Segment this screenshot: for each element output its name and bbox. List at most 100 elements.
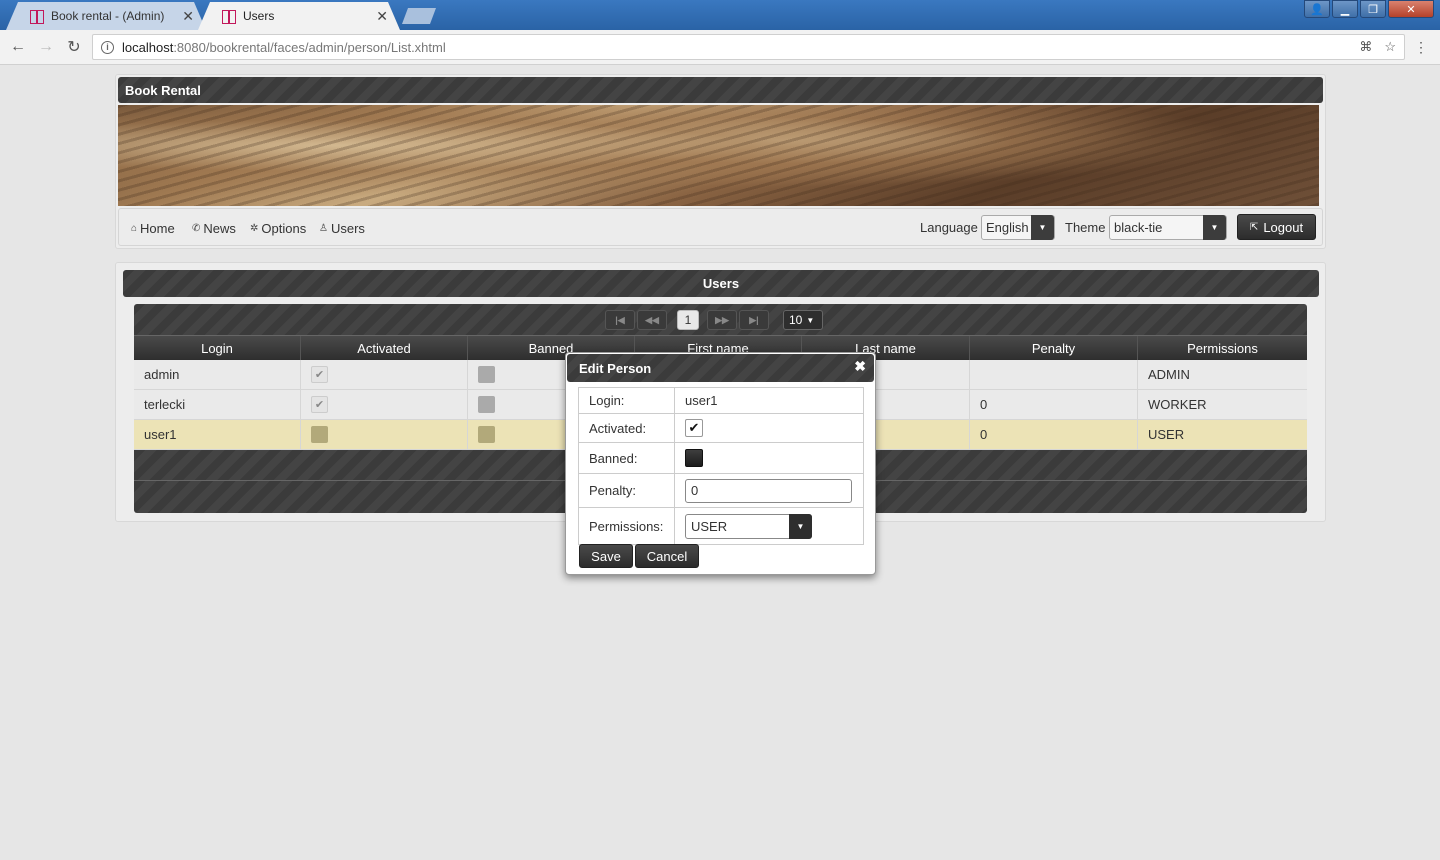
browser-menu-icon[interactable]: ⋮ <box>1414 39 1428 56</box>
profile-icon[interactable]: 👤 <box>1304 0 1330 18</box>
paginator: |◀ ◀◀ 1 ▶▶ ▶| 10 ▼ <box>134 304 1307 335</box>
next-page-icon[interactable]: ▶▶ <box>707 310 737 330</box>
banned-checkbox[interactable] <box>685 449 703 467</box>
rows-per-page-select[interactable]: 10 ▼ <box>783 310 823 330</box>
menu-item-news[interactable]: ✆ News <box>192 221 236 236</box>
cell-penalty: 0 <box>970 420 1138 449</box>
chevron-down-icon: ▼ <box>806 315 815 325</box>
tab-close-icon[interactable]: ✕ <box>376 8 388 25</box>
banner-image <box>118 105 1319 206</box>
banned-checkbox <box>478 366 495 383</box>
back-arrow-icon[interactable]: ← <box>4 38 32 56</box>
language-label: Language <box>920 220 978 235</box>
last-page-icon[interactable]: ▶| <box>739 310 769 330</box>
cancel-button[interactable]: Cancel <box>635 544 699 568</box>
book-icon <box>30 10 43 22</box>
banned-checkbox <box>478 396 495 413</box>
edit-person-form: Login: user1 Activated: ✔ Banned: Penalt… <box>578 387 864 545</box>
logout-label: Logout <box>1263 219 1304 235</box>
menu-item-users[interactable]: ♙ Users <box>319 221 365 236</box>
app-title: Book Rental <box>118 77 1323 103</box>
chevron-down-icon[interactable]: ▼ <box>789 513 812 539</box>
bookmark-star-icon[interactable]: ☆ <box>1384 39 1396 55</box>
column-header-login[interactable]: Login <box>134 336 301 360</box>
permissions-label: Permissions: <box>579 508 675 544</box>
users-panel-title: Users <box>123 270 1319 297</box>
logout-button[interactable]: ⇱ Logout <box>1237 214 1316 240</box>
cell-activated: ✔ <box>301 360 468 389</box>
menu-item-options[interactable]: ✲ Options <box>250 221 306 236</box>
cell-activated <box>301 420 468 449</box>
login-label: Login: <box>579 388 675 413</box>
main-menu: ⌂ Home ✆ News ✲ Options ♙ Users Language Eng… <box>118 208 1323 246</box>
chevron-down-icon[interactable]: ▼ <box>1031 215 1054 240</box>
browser-titlebar: Book rental - (Admin) ✕ Users ✕ 👤 ▁ ❐ ✕ <box>0 0 1440 30</box>
column-header-penalty[interactable]: Penalty <box>970 336 1138 360</box>
activated-checkbox <box>311 426 328 443</box>
theme-select[interactable]: black-tie ▼ <box>1109 215 1227 240</box>
news-icon: ✆ <box>192 223 201 234</box>
address-bar[interactable]: i localhost:8080/bookrental/faces/admin/… <box>92 34 1405 60</box>
browser-toolbar: ← → ↻ i localhost:8080/bookrental/faces/… <box>0 30 1440 65</box>
form-row-activated: Activated: ✔ <box>579 414 863 443</box>
cell-permissions: ADMIN <box>1148 367 1190 382</box>
activated-checkbox[interactable]: ✔ <box>685 419 703 437</box>
restore-button[interactable]: ❐ <box>1360 0 1386 18</box>
banned-checkbox <box>478 426 495 443</box>
dialog-title: Edit Person <box>579 360 652 376</box>
first-page-icon[interactable]: |◀ <box>605 310 635 330</box>
activated-label: Activated: <box>579 414 675 442</box>
penalty-label: Penalty: <box>579 474 675 507</box>
column-header-permissions[interactable]: Permissions <box>1138 336 1307 360</box>
cell-permissions: WORKER <box>1148 397 1207 412</box>
menu-item-label: Options <box>261 221 307 236</box>
form-row-login: Login: user1 <box>579 388 863 414</box>
info-icon[interactable]: i <box>101 40 114 54</box>
url-host: localhost <box>122 39 174 55</box>
cell-penalty <box>970 360 1138 389</box>
gear-icon: ✲ <box>250 223 259 234</box>
menu-item-label: Home <box>140 221 175 236</box>
edit-person-dialog: Edit Person ✖ Login: user1 Activated: ✔ … <box>565 352 876 575</box>
home-icon: ⌂ <box>131 223 138 234</box>
translate-icon[interactable]: ⌘ <box>1359 39 1372 55</box>
penalty-input[interactable] <box>685 478 852 503</box>
external-link-icon: ⇱ <box>1249 221 1259 233</box>
form-row-permissions: Permissions: USER ▼ <box>579 508 863 544</box>
language-select[interactable]: English ▼ <box>981 215 1055 240</box>
tab-close-icon[interactable]: ✕ <box>182 8 194 25</box>
prev-page-icon[interactable]: ◀◀ <box>637 310 667 330</box>
user-icon: ♙ <box>319 223 328 234</box>
activated-checkbox: ✔ <box>311 396 328 413</box>
close-icon[interactable]: ✖ <box>854 358 866 375</box>
login-value: user1 <box>685 393 718 408</box>
chevron-down-icon[interactable]: ▼ <box>1203 215 1226 240</box>
browser-tab-book-rental-admin[interactable]: Book rental - (Admin) ✕ <box>6 2 206 30</box>
forward-arrow-icon[interactable]: → <box>32 38 60 56</box>
save-button[interactable]: Save <box>579 544 633 568</box>
url-text: localhost:8080/bookrental/faces/admin/pe… <box>122 40 446 55</box>
new-tab-button[interactable] <box>402 8 436 24</box>
window-close-button[interactable]: ✕ <box>1388 0 1434 18</box>
page-number-button[interactable]: 1 <box>677 310 699 330</box>
cell-permissions: USER <box>1148 427 1185 442</box>
rows-per-page-value: 10 <box>789 313 803 327</box>
dialog-title-bar[interactable]: Edit Person ✖ <box>567 354 874 382</box>
permissions-value: USER <box>691 518 728 534</box>
menu-item-home[interactable]: ⌂ Home <box>131 221 175 236</box>
cell-penalty: 0 <box>970 390 1138 419</box>
theme-label: Theme <box>1065 220 1106 235</box>
form-row-banned: Banned: <box>579 443 863 474</box>
reload-icon[interactable]: ↻ <box>60 37 88 57</box>
url-path: :8080/bookrental/faces/admin/person/List… <box>173 39 446 55</box>
menu-item-label: Users <box>330 221 365 236</box>
column-header-activated[interactable]: Activated <box>301 336 468 360</box>
minimize-button[interactable]: ▁ <box>1332 0 1358 18</box>
window-controls: 👤 ▁ ❐ ✕ <box>1304 0 1434 18</box>
cell-login: admin <box>134 360 301 389</box>
browser-tab-users[interactable]: Users ✕ <box>198 2 400 30</box>
activated-checkbox: ✔ <box>311 366 328 383</box>
permissions-select[interactable]: USER ▼ <box>685 513 812 539</box>
theme-value: black-tie <box>1114 220 1163 235</box>
cell-login: terlecki <box>134 390 301 419</box>
